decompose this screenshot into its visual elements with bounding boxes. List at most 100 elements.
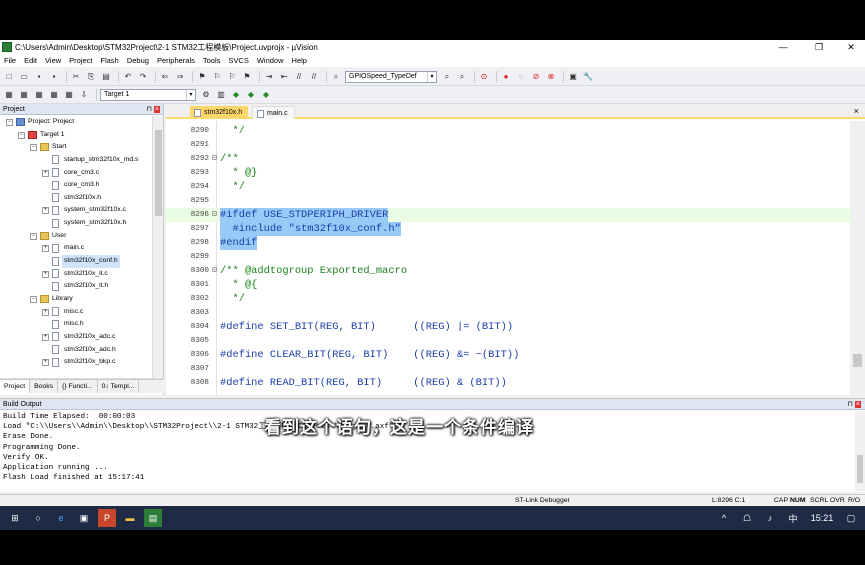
tree-item[interactable]: stm32f10x_it.h — [0, 280, 152, 293]
close-button[interactable]: ✕ — [838, 40, 864, 54]
breakpoint-disable-all-icon[interactable]: ⊘ — [530, 71, 542, 83]
close-icon[interactable]: × — [854, 401, 861, 408]
ime-indicator[interactable]: 中 — [784, 509, 802, 527]
tab-templates[interactable]: 0↓ Templ... — [98, 380, 140, 393]
menu-svcs[interactable]: SVCS — [224, 56, 252, 65]
editor-vertical-scrollbar[interactable] — [850, 121, 865, 395]
target-combo[interactable]: Target 1 ▾ — [100, 88, 196, 101]
menu-edit[interactable]: Edit — [20, 56, 41, 65]
undo-icon[interactable]: ↶ — [122, 71, 134, 83]
tree-item[interactable]: + stm32f10x_bkp.c — [0, 356, 152, 369]
breakpoint-disable-icon[interactable]: ○ — [515, 71, 527, 83]
stop-build-icon[interactable]: ▦ — [63, 89, 75, 101]
code-line[interactable]: 8306 #define CLEAR_BIT(REG, BIT) ((REG) &… — [166, 348, 850, 362]
expand-icon[interactable]: + — [42, 169, 49, 177]
breakpoint-insert-icon[interactable]: ● — [500, 71, 512, 83]
function-combo[interactable]: GPIOSpeed_TypeDef ▾ — [345, 70, 437, 83]
rebuild-icon[interactable]: ▦ — [33, 89, 45, 101]
tree-item[interactable]: + main.c — [0, 242, 152, 255]
tree-item[interactable]: − Library — [0, 293, 152, 306]
bookmark-icon[interactable]: ⚑ — [196, 71, 208, 83]
network-icon[interactable]: ☖ — [738, 509, 756, 527]
menu-window[interactable]: Window — [253, 56, 288, 65]
file-explorer-icon[interactable]: ▬ — [121, 509, 139, 527]
editor-tab-stm32f10x-h[interactable]: stm32f10x.h — [190, 106, 249, 119]
incremental-find-icon[interactable]: ⌕ — [456, 71, 468, 83]
tree-item[interactable]: stm32f10x_adc.h — [0, 344, 152, 357]
powerpoint-icon[interactable]: P — [98, 509, 116, 527]
collapse-icon[interactable]: − — [30, 232, 37, 240]
tree-item[interactable]: − User — [0, 230, 152, 243]
code-line[interactable]: 8290 */ — [166, 124, 850, 138]
menu-project[interactable]: Project — [65, 56, 96, 65]
close-icon[interactable]: × — [153, 106, 160, 113]
tree-item[interactable]: + stm32f10x_it.c — [0, 268, 152, 281]
scrollbar-thumb[interactable] — [857, 455, 863, 483]
windows-start-icon[interactable]: ⊞ — [6, 509, 24, 527]
tree-item[interactable]: startup_stm32f10x_md.s — [0, 154, 152, 167]
window-layout-icon[interactable]: ▣ — [567, 71, 579, 83]
tab-books[interactable]: Books — [30, 380, 59, 393]
code-line[interactable]: 8299 — [166, 250, 850, 264]
code-line[interactable]: 8297 #include "stm32f10x_conf.h" — [166, 222, 850, 236]
fold-marker[interactable]: ⊟ — [212, 208, 218, 222]
menu-flash[interactable]: Flash — [97, 56, 123, 65]
clear-bookmarks-icon[interactable]: ⚑ — [241, 71, 253, 83]
nav-forward-icon[interactable]: ⇒ — [174, 71, 186, 83]
find-in-files-icon[interactable]: ⌕ — [330, 71, 342, 83]
pin-icon[interactable]: ⊓ — [847, 401, 854, 408]
expand-icon[interactable]: + — [42, 333, 49, 341]
tree-item[interactable]: misc.h — [0, 318, 152, 331]
maximize-button[interactable]: ❐ — [806, 40, 832, 54]
code-line[interactable]: 8295 — [166, 194, 850, 208]
build-icon[interactable]: ▦ — [18, 89, 30, 101]
select-packs-icon[interactable]: ◆ — [245, 89, 257, 101]
keil-icon[interactable]: ▤ — [144, 509, 162, 527]
build-output-scrollbar[interactable] — [855, 411, 865, 491]
tree-item[interactable]: stm32f10x_conf.h — [0, 255, 152, 268]
collapse-icon[interactable]: − — [18, 131, 25, 139]
pack-installer-icon[interactable]: ◆ — [260, 89, 272, 101]
app-icon[interactable]: ▣ — [75, 509, 93, 527]
scrollbar-thumb[interactable] — [853, 354, 862, 367]
expand-icon[interactable]: + — [42, 308, 49, 316]
collapse-icon[interactable]: − — [30, 295, 37, 303]
redo-icon[interactable]: ↷ — [137, 71, 149, 83]
batch-build-icon[interactable]: ▦ — [48, 89, 60, 101]
breakpoint-kill-all-icon[interactable]: ⊗ — [545, 71, 557, 83]
manage-rte-icon[interactable]: ◆ — [230, 89, 242, 101]
menu-peripherals[interactable]: Peripherals — [153, 56, 199, 65]
tree-item[interactable]: core_cm3.h — [0, 179, 152, 192]
prev-bookmark-icon[interactable]: ⚐ — [211, 71, 223, 83]
uncomment-icon[interactable]: // — [308, 71, 320, 83]
tree-item[interactable]: system_stm32f10x.h — [0, 217, 152, 230]
cut-icon[interactable]: ✂ — [70, 71, 82, 83]
project-tree-vertical-scrollbar[interactable] — [152, 116, 163, 378]
tree-item[interactable]: + stm32f10x_adc.c — [0, 331, 152, 344]
open-file-icon[interactable]: ▭ — [18, 71, 30, 83]
copy-icon[interactable]: ⎘ — [85, 71, 97, 83]
code-line[interactable]: 8300 ⊟/** @addtogroup Exported_macro — [166, 264, 850, 278]
translate-icon[interactable]: ▦ — [3, 89, 15, 101]
tree-item[interactable]: + system_stm32f10x.c — [0, 204, 152, 217]
editor-tab-main-c[interactable]: main.c — [252, 106, 295, 119]
collapse-icon[interactable]: − — [30, 144, 37, 152]
menu-view[interactable]: View — [41, 56, 65, 65]
code-line[interactable]: 8293 * @} — [166, 166, 850, 180]
menu-help[interactable]: Help — [288, 56, 311, 65]
find-icon[interactable]: ⌕ — [441, 71, 453, 83]
code-line[interactable]: 8291 — [166, 138, 850, 152]
tree-item[interactable]: − Start — [0, 141, 152, 154]
notifications-icon[interactable]: ▢ — [842, 509, 860, 527]
code-line[interactable]: 8294 */ — [166, 180, 850, 194]
unindent-icon[interactable]: ⇤ — [278, 71, 290, 83]
expand-icon[interactable]: + — [42, 207, 49, 215]
pin-icon[interactable]: ⊓ — [146, 106, 153, 113]
paste-icon[interactable]: ▤ — [100, 71, 112, 83]
comment-icon[interactable]: // — [293, 71, 305, 83]
tab-project[interactable]: Project — [0, 380, 31, 393]
file-extensions-icon[interactable]: ▥ — [215, 89, 227, 101]
tab-functions[interactable]: {} Functi... — [58, 380, 98, 393]
download-icon[interactable]: ⇩ — [78, 89, 90, 101]
tray-chevron-icon[interactable]: ^ — [715, 509, 733, 527]
